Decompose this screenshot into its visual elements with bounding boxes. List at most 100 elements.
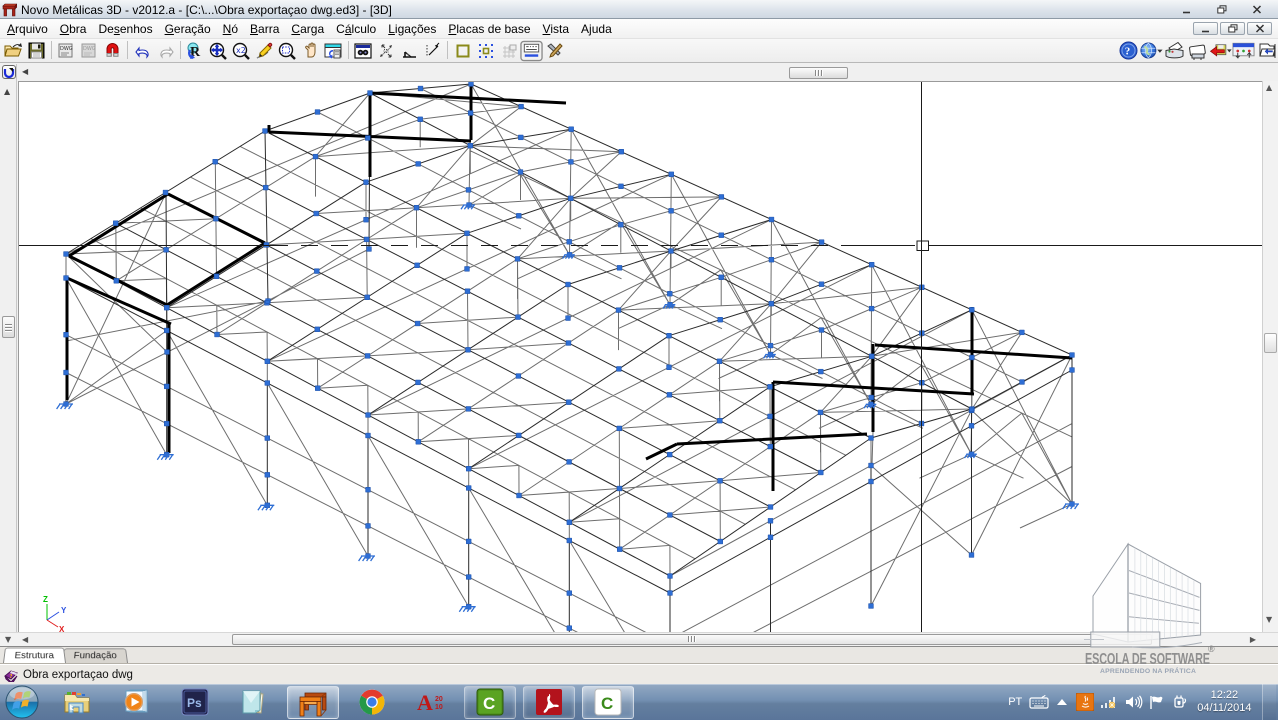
zoom-all-icon[interactable] xyxy=(207,40,230,62)
menu-nó[interactable]: Nó xyxy=(217,20,244,38)
frame-olive-icon[interactable] xyxy=(451,40,474,62)
show-desktop-button[interactable] xyxy=(1262,684,1276,720)
menu-barra[interactable]: Barra xyxy=(244,20,285,38)
rotate-left-arrow[interactable]: ◀ xyxy=(22,68,28,76)
window-bars-icon[interactable] xyxy=(1232,40,1255,62)
tools-icon[interactable] xyxy=(543,40,566,62)
scroll-left-arrow[interactable]: ◀ xyxy=(22,635,28,644)
tray-network-icon[interactable] xyxy=(1100,695,1118,709)
obra-icon: ? xyxy=(3,668,19,682)
tab-fundacao[interactable]: Fundação xyxy=(62,648,128,663)
rotate-scrollbar-top[interactable]: ◀ xyxy=(18,64,1262,80)
scroll-down-arrow[interactable]: ▼ xyxy=(1266,615,1272,624)
taskbar-metalicas3d[interactable] xyxy=(287,686,339,719)
image-capture-icon[interactable] xyxy=(352,40,375,62)
zoom-x2-icon[interactable]: x2 xyxy=(230,40,253,62)
tray-volume-icon[interactable] xyxy=(1125,695,1143,709)
tray-time: 12:22 xyxy=(1197,689,1251,702)
menu-carga[interactable]: Carga xyxy=(285,20,330,38)
node-links-icon[interactable] xyxy=(375,40,398,62)
horizontal-scrollbar[interactable]: ▼ ◀ ▶ xyxy=(0,632,1278,646)
svg-text:?: ? xyxy=(1125,46,1131,58)
mdi-close-button[interactable] xyxy=(1247,22,1272,35)
dwg-import-icon[interactable]: DWG xyxy=(55,40,78,62)
taskbar-camtasia-recorder[interactable]: C xyxy=(582,686,634,719)
menu-ligações[interactable]: Ligações xyxy=(382,20,442,38)
structure-3d-wireframe[interactable]: ZYX xyxy=(19,82,1263,633)
scroll-right-arrow[interactable]: ▶ xyxy=(1250,635,1256,644)
menu-bar: Arquivo Obra Desenhos Geração Nó Barra C… xyxy=(0,19,1278,39)
tray-power-icon[interactable] xyxy=(1172,694,1188,710)
z-axis-label: Z xyxy=(43,595,48,604)
plotter-icon[interactable] xyxy=(1186,40,1209,62)
menu-geração[interactable]: Geração xyxy=(159,20,217,38)
vertical-scroll-handle[interactable] xyxy=(1264,333,1277,353)
coord-keys-icon[interactable] xyxy=(520,40,543,62)
close-button[interactable] xyxy=(1244,2,1270,16)
rotation-mode-button[interactable] xyxy=(2,65,16,79)
taskbar-media-player[interactable] xyxy=(110,686,162,719)
magnet-icon[interactable] xyxy=(101,40,124,62)
rotate-up-arrow[interactable]: ▲ xyxy=(4,88,10,96)
taskbar-camtasia[interactable]: C xyxy=(464,686,516,719)
grid-snap-icon[interactable] xyxy=(497,40,520,62)
tray-flag-icon[interactable] xyxy=(1149,695,1165,710)
taskbar-photoshop[interactable]: Ps xyxy=(169,686,221,719)
vertical-scrollbar[interactable]: ▲ ▼ xyxy=(1262,81,1278,632)
printer-icon[interactable] xyxy=(1163,40,1186,62)
scroll-up-arrow[interactable]: ▲ xyxy=(1266,83,1272,92)
title-bar: Novo Metálicas 3D - v2012.a - [C:\...\Ob… xyxy=(0,0,1278,19)
taskbar-autocad[interactable]: A2010 xyxy=(405,686,457,719)
tray-chevron-up-icon[interactable] xyxy=(1055,697,1069,707)
menu-vista[interactable]: Vista xyxy=(537,20,576,38)
help-icon[interactable]: ? xyxy=(1117,40,1140,62)
axes-indicator: ZYX xyxy=(43,595,67,633)
toolbar-separator xyxy=(48,41,55,61)
redraw-icon[interactable]: R xyxy=(184,40,207,62)
dimension-icon[interactable] xyxy=(421,40,444,62)
menu-placas-de-base[interactable]: Placas de base xyxy=(442,20,536,38)
menu-cálculo[interactable]: Cálculo xyxy=(330,20,382,38)
taskbar-explorer[interactable] xyxy=(51,686,103,719)
start-button[interactable] xyxy=(3,684,40,720)
pan-hand-icon[interactable] xyxy=(299,40,322,62)
view-tabs: Estrutura Fundação xyxy=(0,646,1278,664)
svg-text:C: C xyxy=(601,694,613,713)
taskbar-notepad[interactable] xyxy=(228,686,280,719)
windows-taskbar: Ps A2010 C C PT 12:2204/11/2014 xyxy=(0,684,1278,720)
tray-java-icon[interactable] xyxy=(1076,693,1094,711)
rotate-scrollbar-left[interactable]: ▲ xyxy=(0,64,17,632)
angle-ref-icon[interactable] xyxy=(398,40,421,62)
rotate-down-arrow[interactable]: ▼ xyxy=(5,635,11,644)
taskbar-adobe-reader[interactable] xyxy=(523,686,575,719)
exit-folder-icon[interactable] xyxy=(1255,40,1278,62)
globe-www-icon[interactable] xyxy=(1140,40,1163,62)
tray-keyboard-icon[interactable] xyxy=(1029,695,1049,709)
save-icon[interactable] xyxy=(25,40,48,62)
svg-text:DWG: DWG xyxy=(83,46,96,52)
edit-pencil-icon[interactable] xyxy=(253,40,276,62)
tab-estrutura[interactable]: Estrutura xyxy=(3,648,66,663)
open-icon[interactable] xyxy=(2,40,25,62)
menu-obra[interactable]: Obra xyxy=(54,20,93,38)
tray-language[interactable]: PT xyxy=(1008,696,1022,708)
menu-ajuda[interactable]: Ajuda xyxy=(575,20,618,38)
undo-icon[interactable] xyxy=(131,40,154,62)
dwg-template-icon[interactable]: DWG xyxy=(78,40,101,62)
minimize-button[interactable] xyxy=(1174,2,1200,16)
view-window-icon[interactable] xyxy=(322,40,345,62)
taskbar-chrome[interactable] xyxy=(346,686,398,719)
selection-box-icon[interactable] xyxy=(474,40,497,62)
mdi-restore-button[interactable] xyxy=(1220,22,1245,35)
restore-button[interactable] xyxy=(1209,2,1235,16)
zoom-window-icon[interactable] xyxy=(276,40,299,62)
menu-desenhos[interactable]: Desenhos xyxy=(92,20,158,38)
rotate-handle-vertical[interactable] xyxy=(2,316,15,338)
redo-icon[interactable] xyxy=(154,40,177,62)
export-red-icon[interactable] xyxy=(1209,40,1232,62)
tray-clock[interactable]: 12:2204/11/2014 xyxy=(1197,689,1251,715)
menu-arquivo[interactable]: Arquivo xyxy=(1,20,54,38)
mdi-minimize-button[interactable] xyxy=(1193,22,1218,35)
rotate-handle-horizontal[interactable] xyxy=(789,67,848,79)
model-canvas[interactable]: ZYX xyxy=(18,81,1262,632)
